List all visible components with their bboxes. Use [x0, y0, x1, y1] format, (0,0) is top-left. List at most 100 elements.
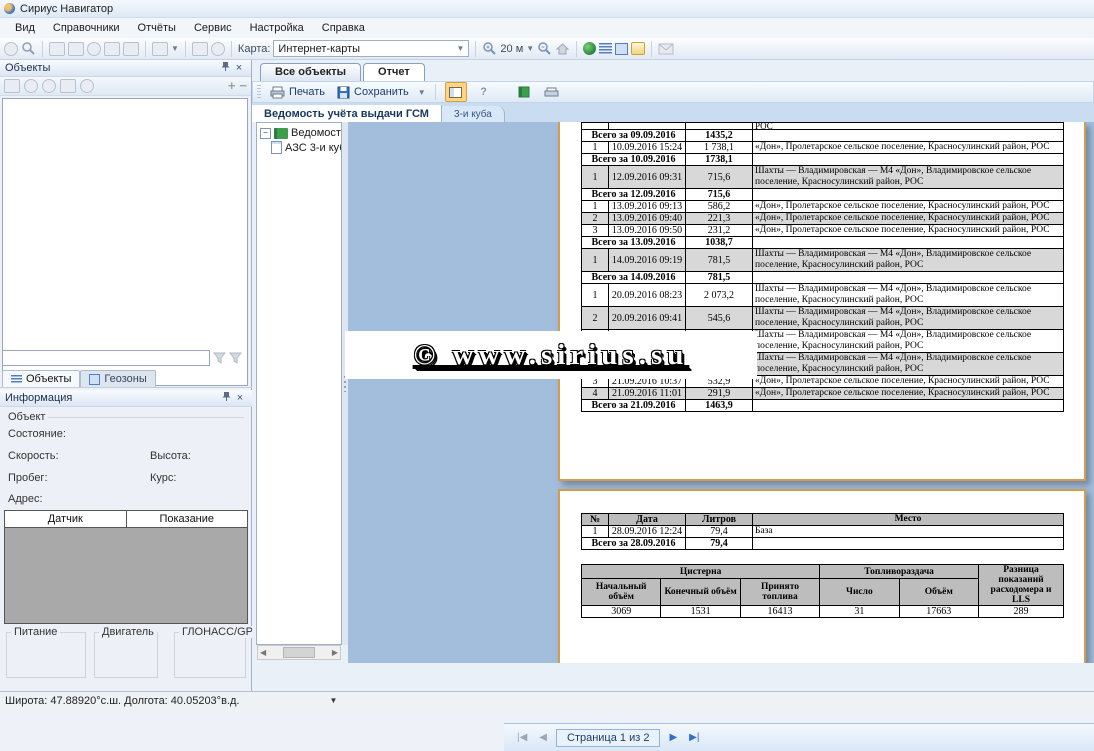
toggle-parameters-button[interactable]: [445, 82, 467, 102]
binoculars-icon[interactable]: [24, 79, 38, 93]
mail-icon[interactable]: [658, 43, 674, 55]
tree-node-child[interactable]: АЗС 3-и куба: [271, 141, 341, 154]
edit-note-icon[interactable]: [631, 42, 645, 55]
total-row: Всего за 13.09.20161038,7: [582, 237, 1064, 249]
remove-object-button[interactable]: −: [239, 80, 247, 92]
select-circle-icon[interactable]: [87, 42, 101, 56]
course-label: Курс:: [150, 472, 176, 484]
collapse-icon[interactable]: −: [260, 128, 271, 139]
object-group-label: Объект: [8, 411, 45, 423]
zoom-scale-caret-icon[interactable]: ▼: [526, 44, 534, 53]
zoom-scale-value[interactable]: 20 м: [500, 43, 523, 55]
first-page-icon[interactable]: |◀: [514, 730, 530, 745]
object-list-icon[interactable]: [599, 43, 612, 54]
globe-small-icon[interactable]: [42, 79, 56, 93]
help-button[interactable]: ?: [473, 82, 495, 102]
select-rect-icon[interactable]: [49, 42, 65, 56]
track-object-icon[interactable]: [4, 79, 20, 93]
menu-item-directories[interactable]: Справочники: [44, 20, 129, 36]
menu-item-help[interactable]: Справка: [313, 20, 374, 36]
select-area-icon[interactable]: [104, 42, 120, 56]
select-polygon-icon[interactable]: [68, 42, 84, 56]
vertical-splitter[interactable]: [342, 122, 348, 645]
globe-icon[interactable]: [583, 42, 596, 55]
page-setup-button[interactable]: [541, 82, 563, 102]
total-row: Всего за 10.09.20161738,1: [582, 154, 1064, 166]
tree-node-root[interactable]: − Ведомость учёта выдачи ГСМ: [260, 127, 341, 139]
tab-3-cubes[interactable]: 3-и куба: [442, 106, 505, 122]
map-select[interactable]: Интернет-карты ▼: [273, 40, 469, 57]
vehicle-icon[interactable]: [60, 79, 76, 93]
scroll-right-icon[interactable]: ▶: [332, 648, 338, 657]
print-button[interactable]: Печать: [267, 85, 328, 100]
sphere-icon[interactable]: [80, 79, 94, 93]
floppy-icon: [337, 86, 350, 99]
filter-icon[interactable]: [213, 352, 226, 364]
left-panel-tabs: Объекты Геозоны: [0, 370, 252, 388]
reading-col-header: Показание: [127, 511, 248, 527]
status-dropdown-icon[interactable]: ▼: [329, 696, 337, 705]
printer-icon: [270, 86, 285, 99]
table-row: 113.09.2016 09:13586,2«Дон», Пролетарско…: [582, 201, 1064, 213]
magnifier-icon[interactable]: [21, 41, 36, 56]
pin-icon[interactable]: [218, 61, 232, 75]
tree-h-scrollbar[interactable]: ◀ ▶: [257, 645, 341, 660]
menu-item-settings[interactable]: Настройка: [241, 20, 313, 36]
tab-all-objects[interactable]: Все объекты: [260, 63, 361, 81]
power-group: Питание: [6, 632, 86, 678]
ruler-icon[interactable]: [192, 42, 208, 56]
report-viewer[interactable]: РОСВсего за 09.09.20161435,2110.09.2016 …: [348, 122, 1094, 663]
address-label: Адрес:: [8, 493, 43, 505]
sensor-table-header: Датчик Показание: [5, 511, 247, 528]
info-close-icon[interactable]: ×: [233, 391, 247, 405]
total-row: Всего за 14.09.2016781,5: [582, 272, 1064, 284]
next-page-icon[interactable]: ▶: [666, 730, 680, 745]
map-label: Карта:: [238, 43, 271, 55]
clear-filter-icon[interactable]: [229, 352, 242, 364]
globe-gray-icon[interactable]: [211, 42, 225, 56]
tab-fuel-report[interactable]: Ведомость учёта выдачи ГСМ: [252, 105, 442, 122]
state-label: Состояние:: [8, 428, 66, 440]
status-bar: Широта: 47.88920°с.ш. Долгота: 40.05203°…: [0, 691, 1094, 709]
watermark: © www.sirius.su: [345, 331, 757, 379]
objects-list[interactable]: [2, 98, 248, 386]
report-page-1: РОСВсего за 09.09.20161435,2110.09.2016 …: [558, 122, 1086, 481]
vehicle-menu-icon[interactable]: [152, 42, 168, 56]
home-icon[interactable]: [555, 42, 570, 56]
tab-objects[interactable]: Объекты: [2, 370, 80, 387]
objects-panel-header: Объекты ×: [0, 60, 251, 77]
sensor-table: Датчик Показание: [4, 510, 248, 624]
table-row: 421.09.2016 11:01291,9«Дон», Пролетарско…: [582, 388, 1064, 400]
save-button[interactable]: Сохранить: [334, 85, 412, 100]
tab-geozones[interactable]: Геозоны: [80, 370, 155, 387]
close-icon[interactable]: ×: [232, 61, 246, 75]
measure-icon[interactable]: [123, 42, 139, 56]
tab-report[interactable]: Отчет: [363, 63, 425, 81]
save-dropdown-caret-icon[interactable]: ▼: [418, 88, 426, 97]
scroll-thumb[interactable]: [283, 647, 315, 658]
prev-page-icon[interactable]: ◀: [536, 730, 550, 745]
filter-input[interactable]: [2, 350, 210, 366]
cut-row: РОС: [582, 123, 1064, 130]
scroll-left-icon[interactable]: ◀: [260, 648, 266, 657]
map-select-caret-icon: ▼: [457, 44, 465, 53]
zoom-out-icon[interactable]: [537, 41, 552, 56]
menu-item-service[interactable]: Сервис: [185, 20, 241, 36]
last-page-icon[interactable]: ▶|: [686, 730, 702, 745]
pan-hand-icon[interactable]: [4, 42, 18, 56]
zoom-in-icon[interactable]: [482, 41, 497, 56]
menu-item-reports[interactable]: Отчёты: [129, 20, 185, 36]
report-book-button[interactable]: [513, 82, 535, 102]
issue-header-row: № Дата Литров Место: [582, 514, 1064, 526]
page-navigator: |◀ ◀ Страница 1 из 2 ▶ ▶|: [504, 723, 1094, 751]
speed-label: Скорость:: [8, 450, 59, 462]
geozone-icon[interactable]: [615, 43, 628, 55]
table-row: 120.09.2016 08:232 073,2Шахты — Владимир…: [582, 284, 1064, 307]
add-object-button[interactable]: +: [228, 80, 236, 92]
vehicle-menu-caret-icon[interactable]: ▼: [171, 44, 179, 53]
menu-item-view[interactable]: Вид: [6, 20, 44, 36]
info-pin-icon[interactable]: [219, 391, 233, 405]
list-icon: [11, 375, 22, 384]
coordinates-label: Широта: 47.88920°с.ш. Долгота: 40.05203°…: [5, 695, 239, 707]
toolbar-grip[interactable]: [257, 85, 261, 99]
